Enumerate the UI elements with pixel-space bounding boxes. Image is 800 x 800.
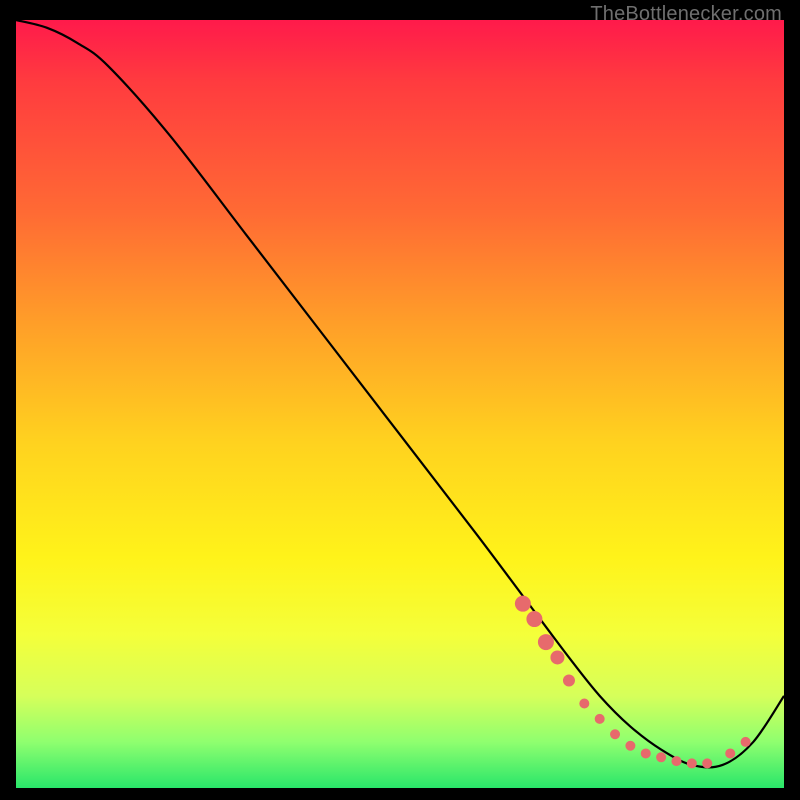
plot-area bbox=[16, 20, 784, 788]
marker-point bbox=[550, 650, 564, 664]
marker-point bbox=[526, 611, 542, 627]
marker-point bbox=[702, 758, 712, 768]
marker-point bbox=[725, 748, 735, 758]
marker-point bbox=[515, 596, 531, 612]
chart-stage: TheBottlenecker.com bbox=[0, 0, 800, 800]
marker-point bbox=[687, 758, 697, 768]
marker-point bbox=[538, 634, 554, 650]
bottleneck-curve bbox=[16, 20, 784, 767]
marker-point bbox=[641, 748, 651, 758]
marker-point bbox=[656, 752, 666, 762]
curve-layer bbox=[16, 20, 784, 788]
marker-point bbox=[741, 737, 751, 747]
marker-point bbox=[671, 756, 681, 766]
marker-point bbox=[610, 729, 620, 739]
marker-point bbox=[563, 674, 575, 686]
marker-point bbox=[625, 741, 635, 751]
marker-point bbox=[579, 699, 589, 709]
highlight-markers bbox=[515, 596, 751, 769]
marker-point bbox=[595, 714, 605, 724]
